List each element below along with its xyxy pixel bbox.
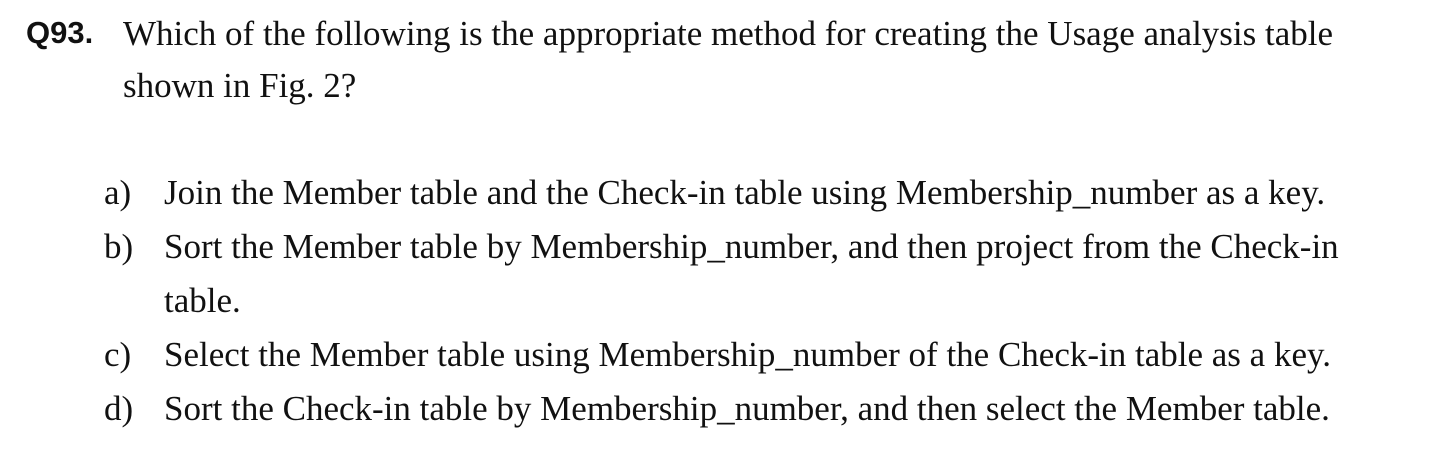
question-text: Which of the following is the appropriat… <box>123 14 1334 105</box>
option-c-letter: c) <box>104 335 132 374</box>
option-a-letter: a) <box>104 173 132 212</box>
option-d: d) Sort the Check-in table by Membership… <box>104 382 1404 436</box>
option-d-text: Sort the Check-in table by Membership_nu… <box>164 389 1330 428</box>
question-number: Q93. <box>26 15 94 50</box>
option-c-text: Select the Member table using Membership… <box>164 335 1331 374</box>
answer-options: a) Join the Member table and the Check-i… <box>104 166 1404 436</box>
option-b: b) Sort the Member table by Membership_n… <box>104 220 1404 328</box>
option-d-letter: d) <box>104 389 134 428</box>
option-b-letter: b) <box>104 227 134 266</box>
option-c: c) Select the Member table using Members… <box>104 328 1404 382</box>
option-a: a) Join the Member table and the Check-i… <box>104 166 1404 220</box>
option-b-text: Sort the Member table by Membership_numb… <box>164 227 1339 320</box>
option-a-text: Join the Member table and the Check-in t… <box>164 173 1326 212</box>
